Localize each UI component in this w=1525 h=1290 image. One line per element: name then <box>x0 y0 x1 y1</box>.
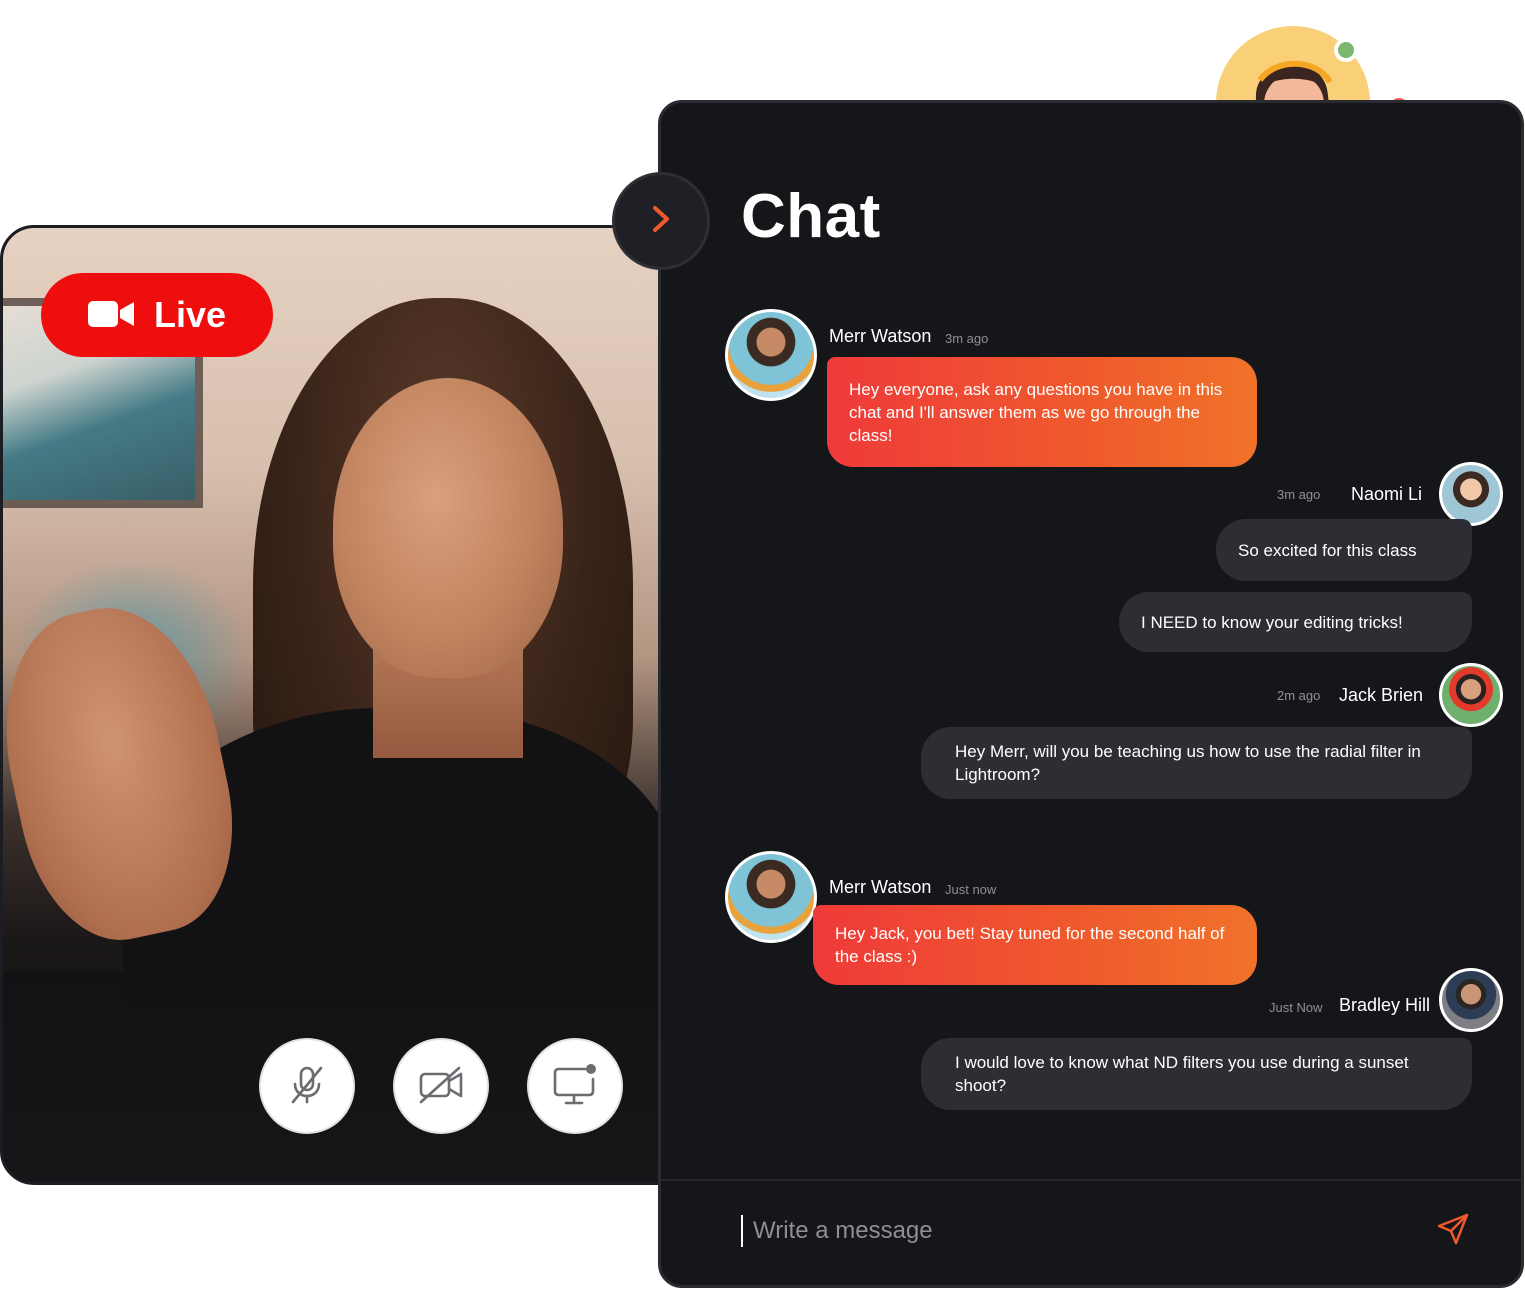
chat-panel: Chat Merr Watson 3m ago Hey everyone, as… <box>658 100 1524 1288</box>
avatar[interactable] <box>1439 462 1503 526</box>
screen-share-icon <box>551 1061 599 1111</box>
chat-message-bubble: So excited for this class <box>1216 519 1472 581</box>
message-sender: Bradley Hill <box>1339 995 1431 1015</box>
chat-message-bubble: Hey Merr, will you be teaching us how to… <box>921 727 1472 799</box>
avatar[interactable] <box>1439 968 1503 1032</box>
camera-off-button[interactable] <box>393 1038 489 1134</box>
message-timestamp: Just now <box>945 882 997 897</box>
send-icon <box>1436 1212 1470 1251</box>
live-badge: Live <box>41 273 273 357</box>
mute-microphone-button[interactable] <box>259 1038 355 1134</box>
text-caret <box>741 1215 743 1247</box>
avatar[interactable] <box>1439 663 1503 727</box>
avatar[interactable] <box>725 309 817 401</box>
message-input[interactable] <box>753 1211 1353 1251</box>
avatar[interactable] <box>725 851 817 943</box>
message-sender: Merr Watson <box>829 877 932 897</box>
share-screen-button[interactable] <box>527 1038 623 1134</box>
message-timestamp: 3m ago <box>945 331 989 346</box>
chat-message-bubble: Hey Jack, you bet! Stay tuned for the se… <box>813 905 1257 985</box>
message-timestamp: 2m ago <box>1277 688 1321 703</box>
chat-message-bubble: I would love to know what ND filters you… <box>921 1038 1472 1110</box>
message-composer <box>661 1179 1521 1285</box>
video-off-icon <box>417 1062 465 1110</box>
live-label: Live <box>153 294 227 335</box>
video-camera-icon <box>87 294 134 336</box>
chevron-right-icon <box>649 204 673 238</box>
message-timestamp: 3m ago <box>1277 487 1321 502</box>
mic-off-icon <box>285 1062 329 1110</box>
live-video-panel: Live <box>0 225 700 1185</box>
send-button[interactable] <box>1433 1211 1473 1251</box>
online-status-dot <box>1334 38 1358 62</box>
chat-message-bubble: Hey everyone, ask any questions you have… <box>827 357 1257 467</box>
presenter-face <box>333 378 563 678</box>
chat-message-bubble: I NEED to know your editing tricks! <box>1119 592 1472 652</box>
message-sender: Merr Watson <box>829 326 932 346</box>
collapse-chat-button[interactable] <box>612 172 710 270</box>
message-timestamp: Just Now <box>1269 1000 1323 1015</box>
chat-title: Chat <box>741 182 881 251</box>
message-sender: Naomi Li <box>1351 484 1423 504</box>
message-sender: Jack Brien <box>1339 685 1424 705</box>
